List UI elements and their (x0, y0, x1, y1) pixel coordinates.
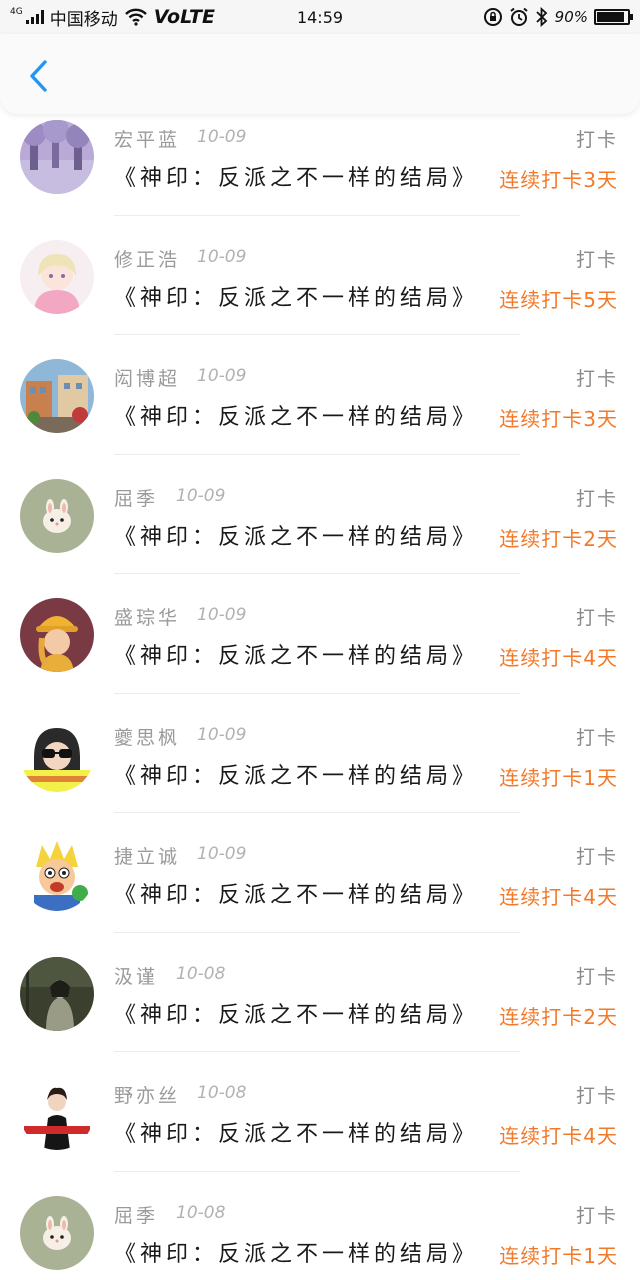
checkin-date: 10-09 (197, 246, 247, 267)
book-title[interactable]: 《神印：反派之不一样的结局》 (114, 1116, 478, 1148)
navigation-header (0, 34, 640, 114)
streak-badge: 连续打卡3天 (499, 407, 618, 431)
purple-trees-avatar[interactable] (20, 120, 94, 194)
wifi-icon (124, 8, 148, 26)
book-title[interactable]: 《神印：反派之不一样的结局》 (114, 877, 478, 909)
list-item[interactable]: 屈季 10-09 打卡 《神印：反派之不一样的结局》 连续打卡2天 (0, 455, 640, 574)
streak-badge: 连续打卡5天 (499, 287, 618, 312)
book-title[interactable]: 《神印：反派之不一样的结局》 (114, 519, 478, 551)
list-item[interactable]: 屈季 10-08 打卡 《神印：反派之不一样的结局》 连续打卡1天 (0, 1172, 640, 1280)
user-name[interactable]: 盛琮华 (114, 603, 180, 630)
network-generation: 4G (10, 7, 23, 17)
book-title[interactable]: 《神印：反派之不一样的结局》 (114, 280, 478, 312)
back-button[interactable] (18, 56, 58, 96)
streak-badge: 连续打卡4天 (499, 885, 618, 909)
checkin-date: 10-08 (176, 1202, 226, 1223)
streak-badge: 连续打卡2天 (499, 526, 618, 551)
checkin-date: 10-09 (197, 724, 247, 745)
user-name[interactable]: 修正浩 (114, 245, 180, 272)
battery-fill (597, 12, 624, 22)
list-item[interactable]: 野亦丝 10-08 打卡 《神印：反派之不一样的结局》 连续打卡4天 (0, 1052, 640, 1172)
checkin-date: 10-08 (176, 963, 226, 984)
dark-photo-avatar[interactable] (20, 956, 94, 1031)
checkin-label: 打卡 (575, 129, 618, 151)
checkin-date: 10-09 (176, 485, 226, 506)
book-title[interactable]: 《神印：反派之不一样的结局》 (114, 1236, 478, 1268)
list-item[interactable]: 捷立诚 10-09 打卡 《神印：反派之不一样的结局》 连续打卡4天 (0, 813, 640, 933)
user-name[interactable]: 闳博超 (114, 364, 180, 391)
streak-badge: 连续打卡4天 (499, 646, 618, 670)
checkin-label: 打卡 (575, 1204, 618, 1227)
rotation-lock-icon (483, 7, 503, 27)
checkin-date: 10-09 (197, 605, 247, 625)
cartoon-avatar[interactable] (20, 837, 94, 911)
signal-icon (25, 10, 44, 24)
checkin-date: 10-09 (197, 844, 247, 864)
checkin-date: 10-09 (197, 127, 247, 147)
checkin-date: 10-08 (197, 1083, 247, 1103)
checkin-label: 打卡 (575, 846, 618, 868)
book-title[interactable]: 《神印：反派之不一样的结局》 (114, 997, 478, 1029)
book-title[interactable]: 《神印：反派之不一样的结局》 (114, 758, 478, 790)
volte-label: VoLTE (153, 6, 215, 28)
streak-badge: 连续打卡2天 (499, 1004, 618, 1029)
checkin-list: 宏平蓝 10-09 打卡 《神印：反派之不一样的结局》 连续打卡3天 修正浩 1… (0, 96, 640, 1280)
battery-percent: 90% (554, 8, 588, 26)
checkin-label: 打卡 (575, 1085, 618, 1107)
checkin-label: 打卡 (575, 726, 618, 749)
user-name[interactable]: 宏平蓝 (114, 125, 180, 152)
list-item[interactable]: 夔思枫 10-09 打卡 《神印：反派之不一样的结局》 连续打卡1天 (0, 694, 640, 813)
battery-icon (594, 9, 633, 25)
checkin-label: 打卡 (575, 607, 618, 629)
chevron-left-icon (30, 60, 47, 92)
checkin-label: 打卡 (575, 248, 618, 271)
bluetooth-icon (535, 7, 549, 27)
streak-badge: 连续打卡3天 (499, 168, 618, 192)
bunny-avatar[interactable] (20, 1195, 94, 1270)
checkin-label: 打卡 (575, 965, 618, 988)
streak-badge: 连续打卡1天 (499, 1243, 618, 1268)
book-title[interactable]: 《神印：反派之不一样的结局》 (114, 638, 478, 670)
status-bar: 4G 中国移动 VoLTE 14:59 90% (0, 0, 640, 34)
anime-girl-avatar[interactable] (20, 239, 94, 314)
book-title[interactable]: 《神印：反派之不一样的结局》 (114, 399, 478, 431)
alarm-icon (509, 7, 529, 27)
streak-badge: 连续打卡1天 (499, 765, 618, 790)
street-scene-avatar[interactable] (20, 359, 94, 433)
user-name[interactable]: 捷立诚 (114, 842, 180, 869)
yellow-hat-avatar[interactable] (20, 598, 94, 672)
carrier-name: 中国移动 (49, 9, 118, 30)
user-name[interactable]: 屈季 (114, 1201, 158, 1228)
bunny-avatar[interactable] (20, 478, 94, 553)
list-item[interactable]: 盛琮华 10-09 打卡 《神印：反派之不一样的结局》 连续打卡4天 (0, 574, 640, 694)
user-name[interactable]: 屈季 (114, 484, 158, 511)
list-item[interactable]: 闳博超 10-09 打卡 《神印：反派之不一样的结局》 连续打卡3天 (0, 335, 640, 455)
woman-black-dress-avatar[interactable] (20, 1076, 94, 1150)
checkin-label: 打卡 (575, 368, 618, 390)
checkin-label: 打卡 (575, 487, 618, 510)
streak-badge: 连续打卡4天 (499, 1124, 618, 1148)
book-title[interactable]: 《神印：反派之不一样的结局》 (114, 160, 478, 192)
sunglasses-avatar[interactable] (20, 717, 94, 792)
list-item[interactable]: 修正浩 10-09 打卡 《神印：反派之不一样的结局》 连续打卡5天 (0, 216, 640, 335)
checkin-date: 10-09 (197, 366, 247, 386)
list-item[interactable]: 汲谨 10-08 打卡 《神印：反派之不一样的结局》 连续打卡2天 (0, 933, 640, 1052)
user-name[interactable]: 野亦丝 (114, 1081, 180, 1108)
user-name[interactable]: 汲谨 (114, 962, 158, 989)
user-name[interactable]: 夔思枫 (114, 723, 180, 750)
